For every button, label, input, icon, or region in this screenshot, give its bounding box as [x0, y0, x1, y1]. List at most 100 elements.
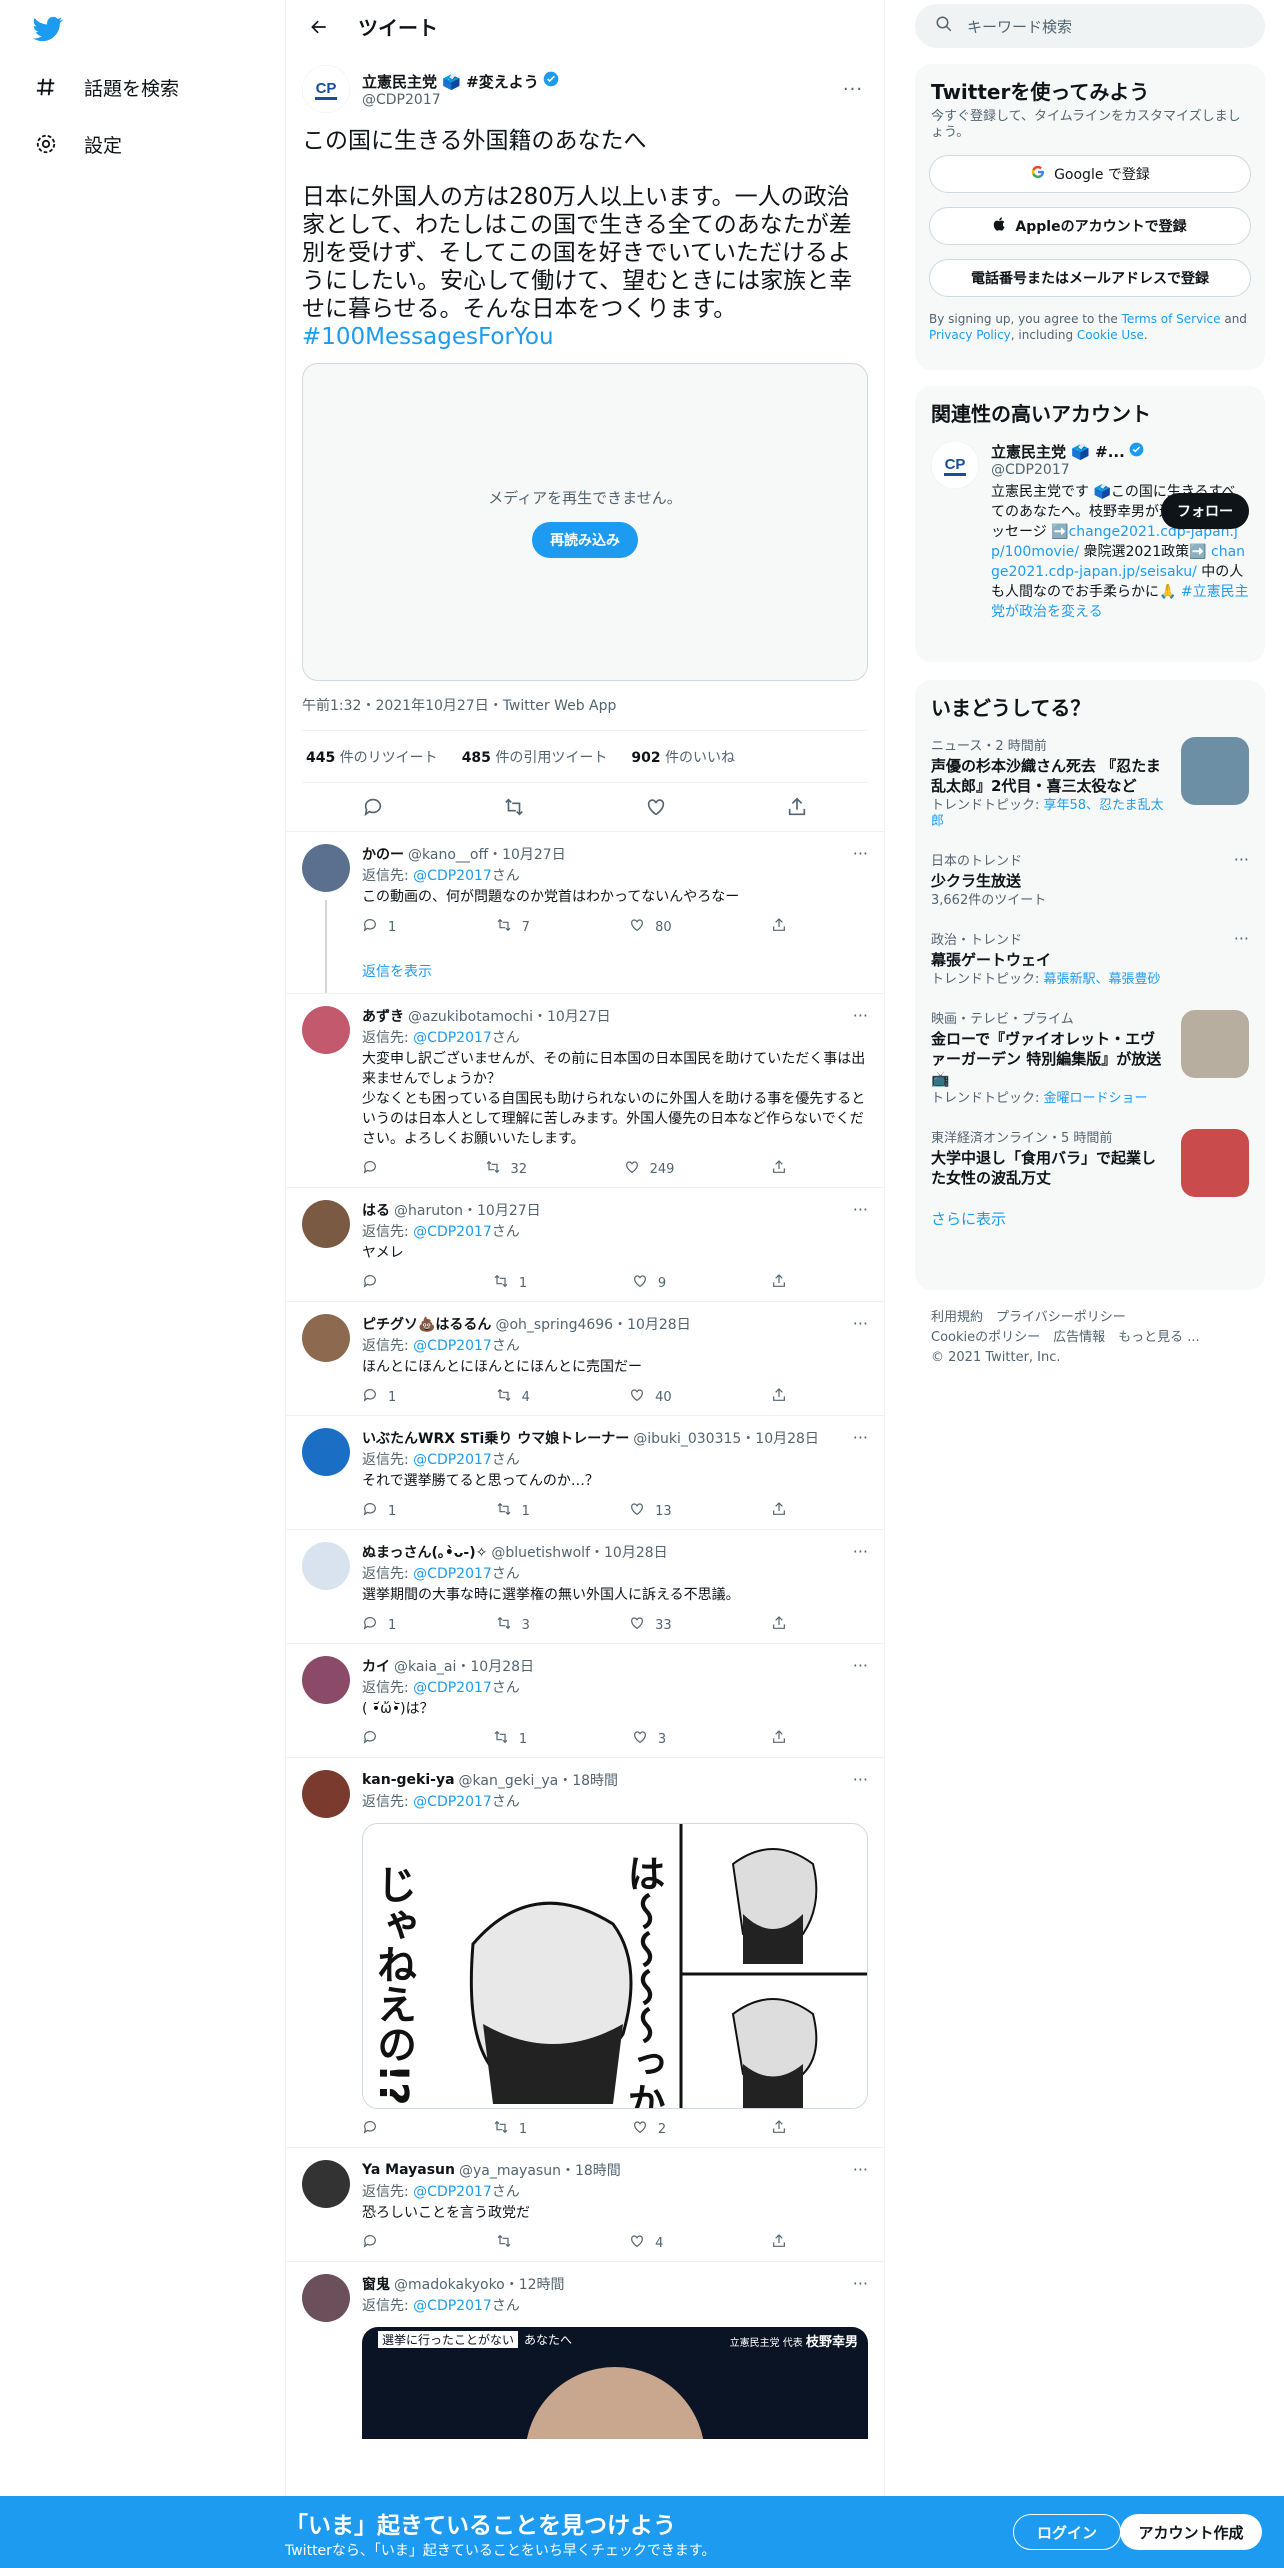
- tweet-hashtag[interactable]: #100MessagesForYou: [302, 324, 554, 350]
- like-action[interactable]: 33: [629, 1615, 672, 1635]
- reply-tweet[interactable]: Ya Mayasun @ya_mayasun・18時間 ··· 返信先: @CDP2…: [286, 2147, 884, 2261]
- avatar[interactable]: [302, 1542, 350, 1590]
- trend-item[interactable]: 東洋経済オンライン・5 時間前 大学中退し「食用バラ」で起業した女性の波乱万丈: [915, 1117, 1265, 1198]
- twitter-logo-icon[interactable]: [32, 14, 64, 44]
- author-handle[interactable]: @CDP2017: [362, 92, 838, 108]
- like-action[interactable]: 249: [624, 1159, 674, 1179]
- retweet-action[interactable]: [496, 2233, 522, 2253]
- reply-author[interactable]: あずき: [362, 1006, 404, 1026]
- retweet-icon[interactable]: [496, 789, 532, 825]
- reply-action[interactable]: [362, 2119, 388, 2139]
- reply-action[interactable]: 1: [362, 1615, 396, 1635]
- reply-author[interactable]: かのー: [362, 844, 404, 864]
- like-action[interactable]: 9: [632, 1273, 666, 1293]
- author-name[interactable]: 立憲民主党 🗳️ #変えよう: [362, 71, 539, 92]
- reply-tweet[interactable]: いぶたんWRX STi乗り ウマ娘トレーナー @ibuki_030315・10月2…: [286, 1415, 884, 1529]
- apple-signup-button[interactable]: Appleのアカウントで登録: [929, 207, 1251, 245]
- retweet-action[interactable]: 7: [496, 917, 530, 937]
- like-action[interactable]: 3: [632, 1729, 666, 1749]
- retweet-action[interactable]: 3: [496, 1615, 530, 1635]
- reply-to-link[interactable]: @CDP2017: [413, 1224, 492, 1240]
- nav-explore[interactable]: 話題を検索: [32, 65, 179, 109]
- trend-item[interactable]: 日本のトレンド 少クラ生放送 3,662件のツイート ···: [915, 840, 1265, 919]
- tweet-timestamp[interactable]: 午前1:32・2021年10月27日・Twitter Web App: [302, 695, 868, 731]
- reply-author[interactable]: カイ: [362, 1656, 390, 1676]
- reply-handle[interactable]: @haruton・10月27日: [394, 1200, 541, 1220]
- reply-handle[interactable]: @ya_mayasun・18時間: [459, 2160, 621, 2180]
- privacy-link[interactable]: Privacy Policy: [929, 328, 1011, 342]
- like-action[interactable]: 2: [632, 2119, 666, 2139]
- footer-line-1[interactable]: 利用規約 プライバシーポリシー: [931, 1308, 1200, 1328]
- reply-author[interactable]: ピチグソ💩はるるん: [362, 1314, 491, 1334]
- trend-topic-links[interactable]: 金曜ロードショー: [1044, 1091, 1148, 1106]
- reply-handle[interactable]: @kan_geki_ya・18時間: [459, 1770, 619, 1790]
- like-action[interactable]: 80: [629, 917, 672, 937]
- reply-tweet[interactable]: かのー @kano__off・10月27日 ··· 返信先: @CDP2017さん …: [286, 831, 884, 993]
- more-icon[interactable]: ···: [853, 1542, 868, 1561]
- avatar[interactable]: [302, 2274, 350, 2322]
- reply-image[interactable]: じゃねえの!? は〜〜〜〜っか: [362, 1823, 868, 2109]
- reply-to-link[interactable]: @CDP2017: [413, 1680, 492, 1696]
- reply-tweet[interactable]: ぬまっさん(｡•̀ᴗ-)✧ @bluetishwolf・10月28日 ··· 返信先…: [286, 1529, 884, 1643]
- reply-to-link[interactable]: @CDP2017: [413, 1452, 492, 1468]
- share-action[interactable]: [771, 1273, 787, 1293]
- reply-handle[interactable]: @kaia_ai・10月28日: [394, 1656, 534, 1676]
- share-action[interactable]: [771, 2233, 787, 2253]
- reply-to-link[interactable]: @CDP2017: [413, 2184, 492, 2200]
- reply-action[interactable]: [362, 2233, 388, 2253]
- more-icon[interactable]: ···: [838, 79, 868, 100]
- reply-handle[interactable]: @madokakyoko・12時間: [394, 2274, 565, 2294]
- more-icon[interactable]: ···: [853, 1006, 868, 1025]
- reply-author[interactable]: はる: [362, 1200, 390, 1220]
- avatar[interactable]: [302, 1200, 350, 1248]
- reply-to-link[interactable]: @CDP2017: [413, 1338, 492, 1354]
- reload-button[interactable]: 再読み込み: [532, 521, 638, 558]
- more-icon[interactable]: ···: [853, 1428, 868, 1447]
- share-action[interactable]: [771, 1501, 787, 1521]
- like-action[interactable]: 4: [629, 2233, 663, 2253]
- search-input[interactable]: キーワード検索: [915, 4, 1265, 48]
- reply-author[interactable]: 窗鬼: [362, 2274, 390, 2294]
- reply-handle[interactable]: @ibuki_030315・10月28日: [633, 1428, 819, 1448]
- more-icon[interactable]: ···: [853, 1770, 868, 1789]
- trends-more-link[interactable]: さらに表示: [915, 1198, 1265, 1239]
- reply-author[interactable]: ぬまっさん(｡•̀ᴗ-)✧: [362, 1542, 487, 1562]
- more-icon[interactable]: ···: [1234, 850, 1249, 869]
- like-stat[interactable]: 902 件のいいね: [631, 747, 735, 767]
- reply-tweet[interactable]: ピチグソ💩はるるん @oh_spring4696・10月28日 ··· 返信先: @…: [286, 1301, 884, 1415]
- share-icon[interactable]: [779, 789, 815, 825]
- share-action[interactable]: [771, 917, 787, 937]
- related-name[interactable]: 立憲民主党 🗳️ #...: [991, 441, 1125, 462]
- more-icon[interactable]: ···: [853, 844, 868, 863]
- retweet-stat[interactable]: 445 件のリツイート: [306, 747, 438, 767]
- reply-tweet[interactable]: カイ @kaia_ai・10月28日 ··· 返信先: @CDP2017さん ( •…: [286, 1643, 884, 1757]
- avatar[interactable]: [302, 1428, 350, 1476]
- retweet-action[interactable]: 1: [496, 1501, 530, 1521]
- share-action[interactable]: [771, 1729, 787, 1749]
- retweet-action[interactable]: 1: [493, 2119, 527, 2139]
- related-account[interactable]: CP 立憲民主党 🗳️ #... @CDP2017 立憲民主党です 🗳️この国に…: [915, 427, 1265, 622]
- reply-to-link[interactable]: @CDP2017: [413, 868, 492, 884]
- avatar[interactable]: [302, 1314, 350, 1362]
- footer-links[interactable]: 利用規約 プライバシーポリシー Cookieのポリシー 広告情報 もっと見る .…: [931, 1308, 1200, 1368]
- reply-to-link[interactable]: @CDP2017: [413, 1566, 492, 1582]
- back-arrow-icon[interactable]: [302, 10, 336, 44]
- reply-to-link[interactable]: @CDP2017: [413, 1030, 492, 1046]
- signup-button[interactable]: アカウント作成: [1120, 2514, 1262, 2550]
- reply-action[interactable]: 1: [362, 917, 396, 937]
- reply-action[interactable]: [362, 1729, 388, 1749]
- reply-action[interactable]: [362, 1273, 388, 1293]
- avatar[interactable]: [302, 2160, 350, 2208]
- reply-icon[interactable]: [355, 789, 391, 825]
- avatar[interactable]: CP: [302, 65, 350, 113]
- retweet-action[interactable]: 4: [496, 1387, 530, 1407]
- nav-settings[interactable]: 設定: [32, 122, 122, 166]
- follow-button[interactable]: フォロー: [1161, 493, 1249, 529]
- quote-stat[interactable]: 485 件の引用ツイート: [462, 747, 608, 767]
- trend-item[interactable]: ニュース・2 時間前 声優の杉本沙織さん死去 『忍たま乱太郎』2代目・喜三太役な…: [915, 725, 1265, 840]
- reply-tweet[interactable]: あずき @azukibotamochi・10月27日 ··· 返信先: @CDP20…: [286, 993, 884, 1187]
- reply-to-link[interactable]: @CDP2017: [413, 2298, 492, 2314]
- reply-author[interactable]: Ya Mayasun: [362, 2162, 455, 2178]
- trend-topic-links[interactable]: 幕張新駅、幕張豊砂: [1044, 972, 1161, 987]
- like-action[interactable]: 40: [629, 1387, 672, 1407]
